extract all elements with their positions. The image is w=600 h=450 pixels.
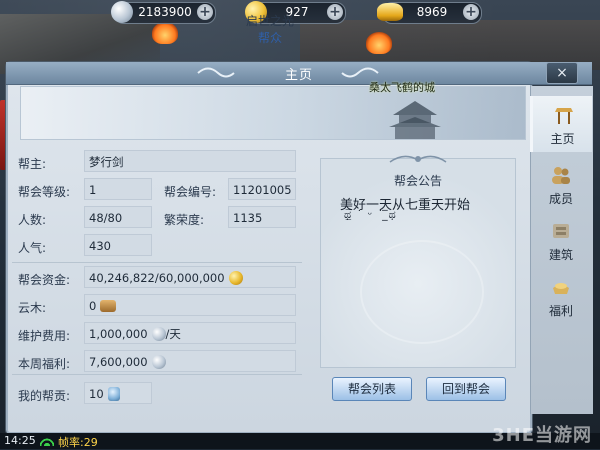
tab-home-label: 主页 <box>550 132 575 146</box>
notice-ornament-icon <box>389 155 447 163</box>
weekly-welfare-label: 本周福利: <box>18 357 71 371</box>
upkeep-label: 维护费用: <box>18 329 71 343</box>
upkeep-suffix: /天 <box>165 327 181 341</box>
window-title-bar: 主页 <box>6 62 592 85</box>
wifi-icon <box>40 436 54 446</box>
my-contribution-value: 10 <box>89 387 104 401</box>
tab-members-label: 成员 <box>548 192 573 206</box>
wood-icon <box>100 300 117 312</box>
clock-time: 14:25 <box>4 434 36 447</box>
popularity-value: 430 <box>84 234 152 256</box>
fps-readout: 帧率:29 <box>58 436 98 449</box>
site-watermark: 3HE当游网 <box>492 425 592 446</box>
guild-name: 启世之光 <box>245 14 294 28</box>
contribution-icon <box>107 387 120 401</box>
guild-banner: 桑太飞鹤的城 <box>20 79 526 140</box>
members-value: 48/80 <box>84 206 152 228</box>
my-contribution-label: 我的帮贡: <box>18 389 71 403</box>
weekly-welfare-value: 7,600,000 <box>89 355 148 369</box>
guild-level-value: 1 <box>84 178 152 200</box>
tab-buildings[interactable]: 建筑 <box>530 212 592 268</box>
upkeep-value: 1,000,000 <box>89 327 148 341</box>
welfare-icon <box>553 283 569 294</box>
guild-level-label: 帮会等级: <box>18 185 71 199</box>
guild-id-label: 帮会编号: <box>164 185 217 199</box>
building-icon <box>553 224 569 238</box>
prosperity-label: 繁荣度: <box>164 213 205 227</box>
window-title: 主页 <box>284 68 313 83</box>
title-ornament-left-icon <box>197 67 235 78</box>
members-label: 人数: <box>18 213 47 227</box>
popularity-label: 人气: <box>18 241 47 255</box>
section-divider <box>12 262 302 263</box>
wood-value: 0 <box>89 299 97 313</box>
tab-home[interactable]: 主页 <box>530 96 592 152</box>
weekly-welfare-field: 7,600,000 <box>84 350 296 372</box>
notice-emoticon: ಥ̲̅ ˙ ᵕ ˙ ̲̅ಥ <box>344 208 397 221</box>
members-icon <box>552 167 570 184</box>
pagoda-icon <box>389 101 441 139</box>
guild-id-value: 11201005 <box>228 178 296 200</box>
guild-funds-label: 帮会资金: <box>18 273 71 287</box>
silver-coin-icon <box>151 355 166 369</box>
leader-value: 梦行剑 <box>84 150 296 172</box>
guild-list-button[interactable]: 帮会列表 <box>332 377 412 401</box>
home-icon <box>555 108 573 124</box>
my-contribution-field: 10 <box>84 382 152 404</box>
tab-welfare-label: 福利 <box>548 304 573 318</box>
gold-coin-icon <box>228 271 243 285</box>
lotus-watermark-icon <box>360 240 484 344</box>
tab-welfare[interactable]: 福利 <box>530 268 592 324</box>
guild-tag: 桑太飞鹤的城 <box>369 79 435 95</box>
tab-buildings-label: 建筑 <box>548 248 573 262</box>
guild-funds-field: 40,246,822/60,000,000 <box>84 266 296 288</box>
close-button[interactable]: × <box>546 62 578 84</box>
guild-role: 帮众 <box>257 31 282 45</box>
return-to-guild-button[interactable]: 回到帮会 <box>426 377 506 401</box>
wood-label: 云木: <box>18 301 47 315</box>
guild-funds-value: 40,246,822/60,000,000 <box>89 271 225 285</box>
leader-label: 帮主: <box>18 157 47 171</box>
silver-coin-icon <box>151 327 166 341</box>
wood-field: 0 <box>84 294 296 316</box>
prosperity-value: 1135 <box>228 206 296 228</box>
section-divider <box>12 374 302 375</box>
tab-members[interactable]: 成员 <box>530 156 592 212</box>
upkeep-field: 1,000,000/天 <box>84 322 296 344</box>
notice-title: 帮会公告 <box>393 174 442 188</box>
